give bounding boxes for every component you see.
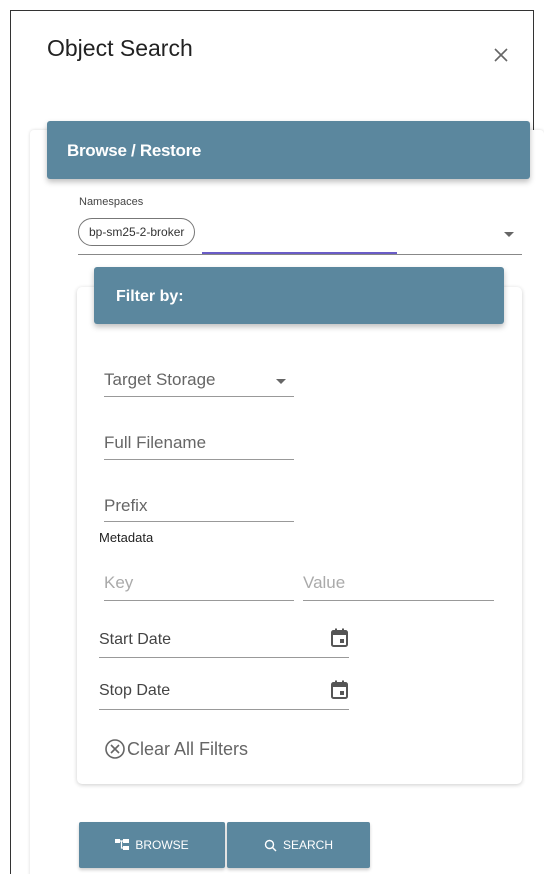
- tree-icon: [115, 839, 130, 850]
- circle-x-icon: [105, 739, 125, 759]
- namespaces-label: Namespaces: [79, 196, 144, 208]
- search-button[interactable]: SEARCH: [227, 822, 370, 868]
- metadata-label: Metadata: [99, 530, 154, 545]
- search-icon: [264, 839, 277, 851]
- key-placeholder: Key: [104, 573, 134, 592]
- filter-by-header: Filter by:: [94, 267, 504, 324]
- clear-all-filters-label: Clear All Filters: [127, 738, 249, 759]
- metadata-value-input[interactable]: Value: [303, 563, 494, 601]
- namespaces-select[interactable]: bp-sm25-2-broker: [78, 212, 522, 255]
- value-placeholder: Value: [303, 573, 346, 592]
- start-date-placeholder: Start Date: [99, 631, 172, 648]
- browse-button[interactable]: BROWSE: [79, 822, 225, 868]
- target-storage-placeholder: Target Storage: [104, 370, 216, 389]
- chevron-down-icon: [504, 232, 514, 237]
- close-button[interactable]: [490, 44, 512, 66]
- metadata-key-input[interactable]: Key: [104, 563, 294, 601]
- full-filename-placeholder: Full Filename: [104, 433, 207, 452]
- prefix-placeholder: Prefix: [104, 496, 148, 515]
- calendar-icon[interactable]: [331, 628, 348, 647]
- stop-date-placeholder: Stop Date: [99, 682, 171, 699]
- namespace-chip[interactable]: bp-sm25-2-broker: [78, 218, 196, 246]
- browse-button-label: BROWSE: [135, 838, 189, 852]
- browse-restore-header: Browse / Restore: [47, 121, 530, 179]
- calendar-icon[interactable]: [331, 680, 348, 699]
- full-filename-input[interactable]: Full Filename: [104, 422, 294, 460]
- search-button-label: SEARCH: [282, 838, 333, 852]
- close-icon: [494, 48, 508, 62]
- namespaces-focus-underline: [202, 252, 397, 254]
- chevron-down-icon: [276, 379, 286, 384]
- clear-all-filters-button[interactable]: Clear All Filters: [104, 735, 248, 763]
- dialog-title: Object Search: [47, 35, 193, 61]
- start-date-input[interactable]: Start Date: [99, 620, 349, 658]
- target-storage-select[interactable]: Target Storage: [104, 360, 294, 397]
- stop-date-input[interactable]: Stop Date: [99, 672, 349, 710]
- prefix-input[interactable]: Prefix: [104, 484, 294, 522]
